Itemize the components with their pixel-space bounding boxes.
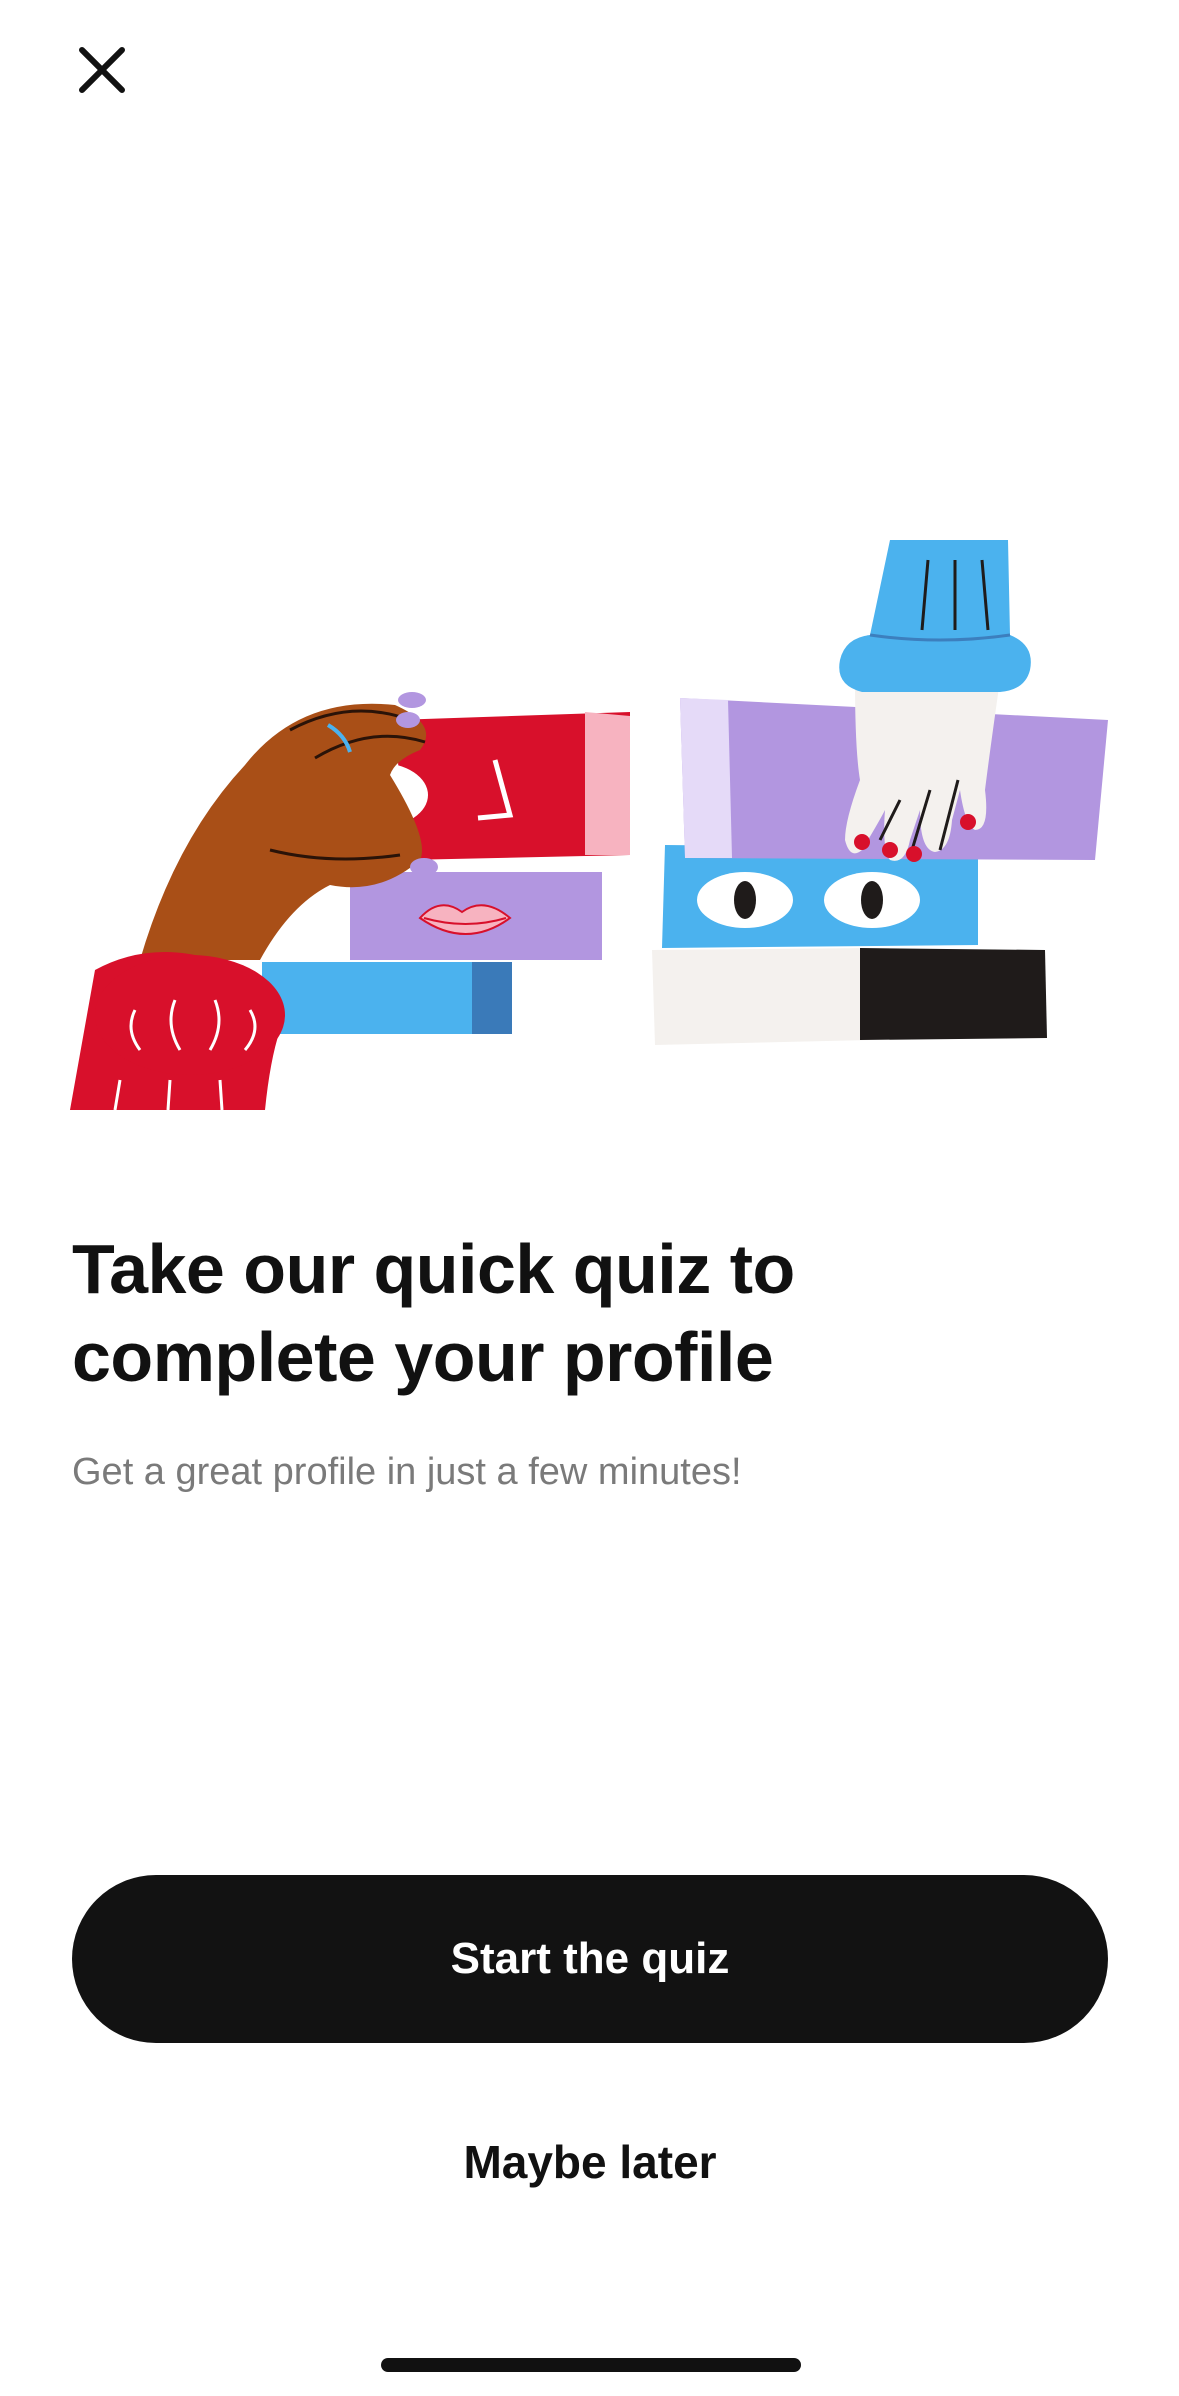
maybe-later-button[interactable]: Maybe later [72, 2120, 1108, 2204]
start-quiz-button[interactable]: Start the quiz [72, 1875, 1108, 2043]
black-block [860, 948, 1047, 1040]
close-button[interactable] [62, 30, 142, 110]
cream-block [652, 948, 870, 1045]
page-title: Take our quick quiz to complete your pro… [72, 1230, 795, 1396]
page-subtitle: Get a great profile in just a few minute… [72, 1451, 742, 1493]
profile-quiz-illustration [70, 540, 1108, 1110]
home-indicator [381, 2358, 801, 2372]
blue-sleeve [839, 540, 1031, 692]
close-icon [79, 47, 125, 93]
